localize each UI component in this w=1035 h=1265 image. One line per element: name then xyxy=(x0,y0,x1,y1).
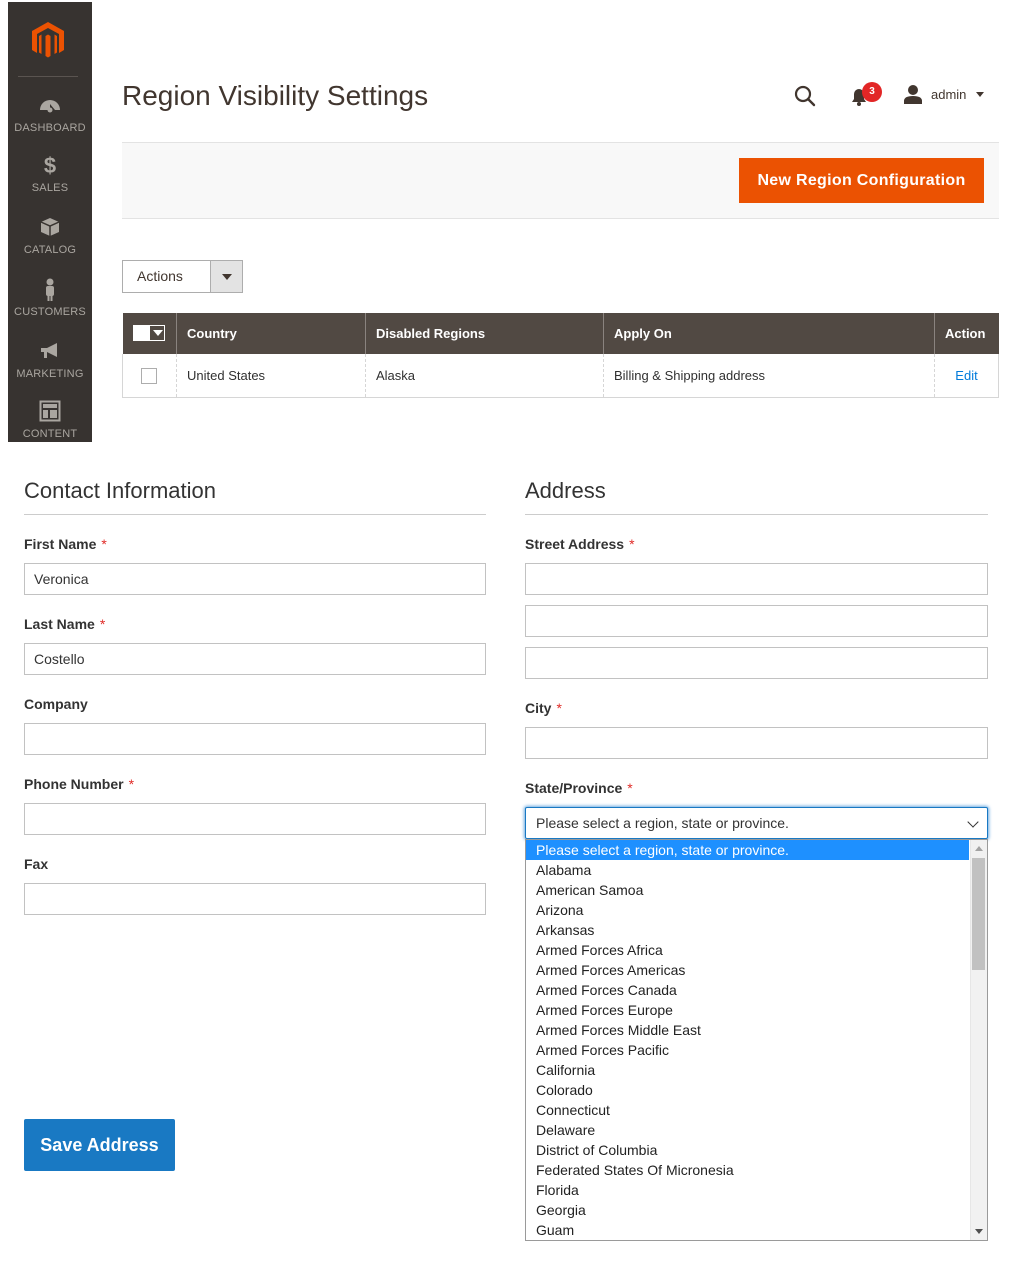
cell-disabled-regions: Alaska xyxy=(365,354,604,398)
dropdown-options: Please select a region, state or provinc… xyxy=(526,840,987,1240)
sidebar-item-content[interactable]: CONTENT xyxy=(8,398,92,458)
layout-icon xyxy=(8,400,92,426)
state-province-label: State/Province * xyxy=(525,780,633,796)
dropdown-option[interactable]: American Samoa xyxy=(526,880,969,900)
sidebar-item-catalog[interactable]: CATALOG xyxy=(8,214,92,274)
row-select-cell xyxy=(122,354,177,398)
new-region-configuration-button[interactable]: New Region Configuration xyxy=(739,158,984,203)
sidebar-item-sales[interactable]: $ SALES xyxy=(8,152,92,212)
save-address-button[interactable]: Save Address xyxy=(24,1119,175,1171)
page-title: Region Visibility Settings xyxy=(122,80,429,111)
fax-label: Fax xyxy=(24,856,49,872)
dollar-icon: $ xyxy=(43,153,57,178)
chevron-down-icon xyxy=(967,816,979,828)
person-icon xyxy=(8,278,92,304)
chevron-down-icon xyxy=(210,261,242,292)
dashboard-icon xyxy=(8,94,92,120)
phone-number-field[interactable] xyxy=(24,803,486,835)
state-province-dropdown-list[interactable]: Please select a region, state or provinc… xyxy=(525,839,988,1241)
contact-information-title: Contact Information xyxy=(24,478,486,515)
dropdown-option[interactable]: Armed Forces Americas xyxy=(526,960,969,980)
dropdown-option[interactable]: Armed Forces Middle East xyxy=(526,1020,969,1040)
account-menu[interactable]: admin xyxy=(903,82,985,106)
grid-header-row: Country Disabled Regions Apply On Action xyxy=(122,313,999,354)
magento-logo[interactable] xyxy=(28,20,68,60)
first-name-label: First Name * xyxy=(24,536,107,552)
dropdown-option[interactable]: Armed Forces Canada xyxy=(526,980,969,1000)
mass-actions-dropdown[interactable]: Actions xyxy=(122,260,243,293)
scroll-down-arrow-icon[interactable] xyxy=(975,1229,983,1234)
column-header-apply-on[interactable]: Apply On xyxy=(603,313,935,354)
sidebar-item-dashboard[interactable]: DASHBOARD xyxy=(8,92,92,152)
row-checkbox[interactable] xyxy=(141,367,157,384)
sidebar-item-label: MARKETING xyxy=(16,368,84,380)
dropdown-option[interactable]: Arizona xyxy=(526,900,969,920)
street-address-line-3[interactable] xyxy=(525,647,988,679)
cell-apply-on: Billing & Shipping address xyxy=(603,354,935,398)
chevron-down-icon xyxy=(152,329,163,336)
sidebar-item-label: SALES xyxy=(31,182,69,194)
search-icon[interactable] xyxy=(793,84,817,108)
dropdown-option[interactable]: California xyxy=(526,1060,969,1080)
sidebar-item-marketing[interactable]: MARKETING xyxy=(8,338,92,398)
dropdown-option[interactable]: Armed Forces Africa xyxy=(526,940,969,960)
first-name-field[interactable] xyxy=(24,563,486,595)
dropdown-scrollbar[interactable] xyxy=(970,840,987,1240)
dropdown-option[interactable]: District of Columbia xyxy=(526,1140,969,1160)
dropdown-option[interactable]: Alabama xyxy=(526,860,969,880)
dropdown-option[interactable]: Guam xyxy=(526,1220,969,1240)
dropdown-option[interactable]: Georgia xyxy=(526,1200,969,1220)
megaphone-icon xyxy=(8,340,92,366)
dropdown-option[interactable]: Florida xyxy=(526,1180,969,1200)
dropdown-option[interactable]: Please select a region, state or provinc… xyxy=(526,840,969,860)
mass-actions-label: Actions xyxy=(137,268,183,284)
company-field[interactable] xyxy=(24,723,486,755)
region-config-grid: Country Disabled Regions Apply On Action… xyxy=(122,313,999,398)
dropdown-option[interactable]: Federated States Of Micronesia xyxy=(526,1160,969,1180)
sidebar-item-customers[interactable]: CUSTOMERS xyxy=(8,276,92,336)
box-icon xyxy=(8,216,92,242)
dropdown-option[interactable]: Colorado xyxy=(526,1080,969,1100)
mass-select-header[interactable] xyxy=(122,313,177,354)
last-name-field[interactable] xyxy=(24,643,486,675)
street-address-line-2[interactable] xyxy=(525,605,988,637)
admin-sidebar: DASHBOARD $ SALES CATALOG CUSTOMERS MARK… xyxy=(8,2,92,442)
notification-count-badge[interactable]: 3 xyxy=(862,82,882,102)
edit-link[interactable]: Edit xyxy=(955,368,977,383)
dropdown-option[interactable]: Armed Forces Pacific xyxy=(526,1040,969,1060)
sidebar-divider xyxy=(18,76,78,77)
street-address-line-1[interactable] xyxy=(525,563,988,595)
city-field[interactable] xyxy=(525,727,988,759)
dropdown-option[interactable]: Delaware xyxy=(526,1120,969,1140)
sidebar-item-label: CATALOG xyxy=(23,244,77,256)
column-header-disabled-regions[interactable]: Disabled Regions xyxy=(365,313,604,354)
chevron-down-icon xyxy=(976,91,985,97)
address-title: Address xyxy=(525,478,988,515)
fax-field[interactable] xyxy=(24,883,486,915)
dropdown-option[interactable]: Connecticut xyxy=(526,1100,969,1120)
last-name-label: Last Name * xyxy=(24,616,106,632)
street-address-label: Street Address * xyxy=(525,536,635,552)
state-province-selected-value: Please select a region, state or provinc… xyxy=(536,815,789,831)
state-province-select[interactable]: Please select a region, state or provinc… xyxy=(525,807,988,839)
sidebar-item-label: DASHBOARD xyxy=(14,122,86,134)
table-row: United States Alaska Billing & Shipping … xyxy=(122,354,999,398)
user-icon xyxy=(904,85,922,104)
company-label: Company xyxy=(24,696,88,712)
scrollbar-thumb[interactable] xyxy=(972,858,985,970)
scroll-up-arrow-icon[interactable] xyxy=(975,846,983,851)
cell-action: Edit xyxy=(934,354,999,398)
account-username: admin xyxy=(931,86,967,102)
city-label: City * xyxy=(525,700,562,716)
column-header-country[interactable]: Country xyxy=(176,313,366,354)
sidebar-item-label: CUSTOMERS xyxy=(14,306,86,318)
column-header-action: Action xyxy=(934,313,999,354)
mass-select-control[interactable] xyxy=(132,324,165,341)
cell-country: United States xyxy=(176,354,366,398)
dropdown-option[interactable]: Armed Forces Europe xyxy=(526,1000,969,1020)
sidebar-item-label: CONTENT xyxy=(22,428,78,440)
dropdown-option[interactable]: Arkansas xyxy=(526,920,969,940)
phone-number-label: Phone Number * xyxy=(24,776,135,792)
mass-select-checkbox[interactable] xyxy=(133,325,150,340)
